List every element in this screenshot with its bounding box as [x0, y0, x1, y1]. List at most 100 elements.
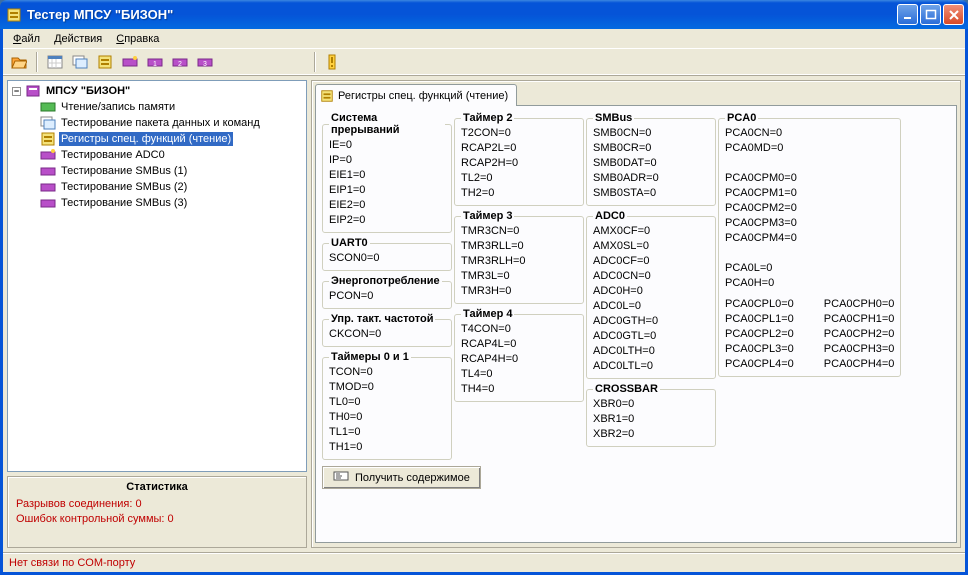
register-value: XBR2=0: [593, 427, 709, 442]
register-value: TMR3L=0: [461, 269, 577, 284]
register-value: RCAP4L=0: [461, 337, 577, 352]
register-value: TMR3RLH=0: [461, 254, 577, 269]
register-value: TL0=0: [329, 395, 445, 410]
packet-icon: [40, 115, 56, 131]
group-timers01: Таймеры 0 и 1 TCON=0TMOD=0TL0=0TH0=0TL1=…: [322, 351, 452, 460]
tree-item-memory[interactable]: Чтение/запись памяти: [10, 99, 304, 115]
group-adc0: ADC0 AMX0CF=0AMX0SL=0ADC0CF=0ADC0CN=0ADC…: [586, 210, 716, 379]
group-timer2: Таймер 2 T2CON=0RCAP2L=0RCAP2H=0TL2=0TH2…: [454, 112, 584, 206]
registers-icon: [320, 89, 334, 103]
tool-registers-icon[interactable]: [93, 51, 116, 73]
register-value: TL2=0: [461, 171, 577, 186]
register-value: RCAP2H=0: [461, 156, 577, 171]
register-value: PCA0CPM1=0: [725, 186, 894, 201]
register-value: T4CON=0: [461, 322, 577, 337]
menu-bar: Файл Действия Справка: [3, 29, 965, 48]
register-value: PCA0CPL3=0: [725, 342, 794, 357]
register-value: EIP1=0: [329, 183, 445, 198]
registers-view: Система прерываний IE=0IP=0EIE1=0EIP1=0E…: [315, 105, 957, 543]
register-value: TH2=0: [461, 186, 577, 201]
register-value: SMB0ADR=0: [593, 171, 709, 186]
tree-item-smbus1[interactable]: Тестирование SMBus (1): [10, 163, 304, 179]
register-value: ADC0GTL=0: [593, 329, 709, 344]
tool-status-icon[interactable]: [321, 51, 344, 73]
group-uart0: UART0 SCON0=0: [322, 237, 452, 271]
svg-text:2: 2: [178, 61, 182, 68]
tool-calendar-icon[interactable]: [43, 51, 66, 73]
memory-icon: [40, 99, 56, 115]
register-value: ADC0LTH=0: [593, 344, 709, 359]
register-value: XBR1=0: [593, 412, 709, 427]
register-value: RCAP2L=0: [461, 141, 577, 156]
register-value: ADC0L=0: [593, 299, 709, 314]
register-value: EIP2=0: [329, 213, 445, 228]
register-value: PCA0CPL1=0: [725, 312, 794, 327]
register-value: CKCON=0: [329, 327, 445, 342]
register-value: TH4=0: [461, 382, 577, 397]
register-value: TMR3H=0: [461, 284, 577, 299]
nav-tree[interactable]: − МПСУ "БИЗОН" Чтение/запись памяти Тест…: [7, 80, 307, 472]
app-icon: [6, 7, 22, 23]
tool-smbus1-icon[interactable]: 1: [143, 51, 166, 73]
register-value: TMOD=0: [329, 380, 445, 395]
register-value: AMX0SL=0: [593, 239, 709, 254]
minimize-button[interactable]: [897, 4, 918, 25]
register-value: SMB0STA=0: [593, 186, 709, 201]
register-value: PCA0CPL2=0: [725, 327, 794, 342]
stats-disconnects: Разрывов соединения: 0: [16, 498, 298, 510]
tab-registers[interactable]: Регистры спец. функций (чтение): [315, 84, 517, 106]
maximize-button[interactable]: [920, 4, 941, 25]
register-value: TCON=0: [329, 365, 445, 380]
register-value: ADC0CN=0: [593, 269, 709, 284]
register-value: PCA0CPH2=0: [824, 327, 895, 342]
group-crossbar: CROSSBAR XBR0=0XBR1=0XBR2=0: [586, 383, 716, 447]
registers-icon: [40, 131, 56, 147]
toolbar: 1 2 3: [3, 48, 965, 76]
svg-text:3: 3: [203, 61, 207, 68]
tool-data-icon[interactable]: [68, 51, 91, 73]
register-value: PCA0CPH1=0: [824, 312, 895, 327]
tab-label: Регистры спец. функций (чтение): [338, 90, 508, 102]
smbus-icon: [40, 179, 56, 195]
tree-root[interactable]: − МПСУ "БИЗОН": [10, 83, 304, 99]
collapse-icon[interactable]: −: [12, 87, 21, 96]
group-power: Энергопотребление PCON=0: [322, 275, 452, 309]
group-smbus: SMBus SMB0CN=0SMB0CR=0SMB0DAT=0SMB0ADR=0…: [586, 112, 716, 206]
register-value: PCA0CPH0=0: [824, 297, 895, 312]
register-value: PCA0CPM4=0: [725, 231, 894, 246]
register-value: TL4=0: [461, 367, 577, 382]
stats-panel: Статистика Разрывов соединения: 0 Ошибок…: [7, 476, 307, 548]
tool-smbus2-icon[interactable]: 2: [168, 51, 191, 73]
menu-actions[interactable]: Действия: [48, 32, 108, 46]
title-bar: Тестер МПСУ "БИЗОН": [0, 0, 968, 29]
register-value: ADC0H=0: [593, 284, 709, 299]
svg-text:1: 1: [153, 61, 157, 68]
register-value: TMR3CN=0: [461, 224, 577, 239]
register-value: [725, 246, 894, 261]
register-value: [725, 156, 894, 171]
menu-file[interactable]: Файл: [7, 32, 46, 46]
close-button[interactable]: [943, 4, 964, 25]
tree-item-registers[interactable]: Регистры спец. функций (чтение): [10, 131, 304, 147]
tool-smbus3-icon[interactable]: 3: [193, 51, 216, 73]
group-pca0: PCA0 PCA0CN=0PCA0MD=0 PCA0CPM0=0PCA0CPM1…: [718, 112, 901, 377]
tree-item-adc0[interactable]: Тестирование ADC0: [10, 147, 304, 163]
group-timer4: Таймер 4 T4CON=0RCAP4L=0RCAP4H=0TL4=0TH4…: [454, 308, 584, 402]
tool-adc-icon[interactable]: [118, 51, 141, 73]
get-content-button[interactable]: Получить содержимое: [322, 466, 481, 489]
register-value: PCA0CPL4=0: [725, 357, 794, 372]
menu-help[interactable]: Справка: [110, 32, 165, 46]
register-value: TH1=0: [329, 440, 445, 455]
register-value: PCON=0: [329, 289, 445, 304]
tool-open-icon[interactable]: [7, 51, 30, 73]
register-value: SMB0CR=0: [593, 141, 709, 156]
register-value: PCA0CPM3=0: [725, 216, 894, 231]
status-text: Нет связи по COM-порту: [9, 557, 135, 569]
tree-item-smbus2[interactable]: Тестирование SMBus (2): [10, 179, 304, 195]
register-value: XBR0=0: [593, 397, 709, 412]
tree-item-packet-test[interactable]: Тестирование пакета данных и команд: [10, 115, 304, 131]
download-icon: [333, 470, 349, 485]
stats-checksum: Ошибок контрольной суммы: 0: [16, 513, 298, 525]
tree-item-smbus3[interactable]: Тестирование SMBus (3): [10, 195, 304, 211]
register-value: PCA0CN=0: [725, 126, 894, 141]
